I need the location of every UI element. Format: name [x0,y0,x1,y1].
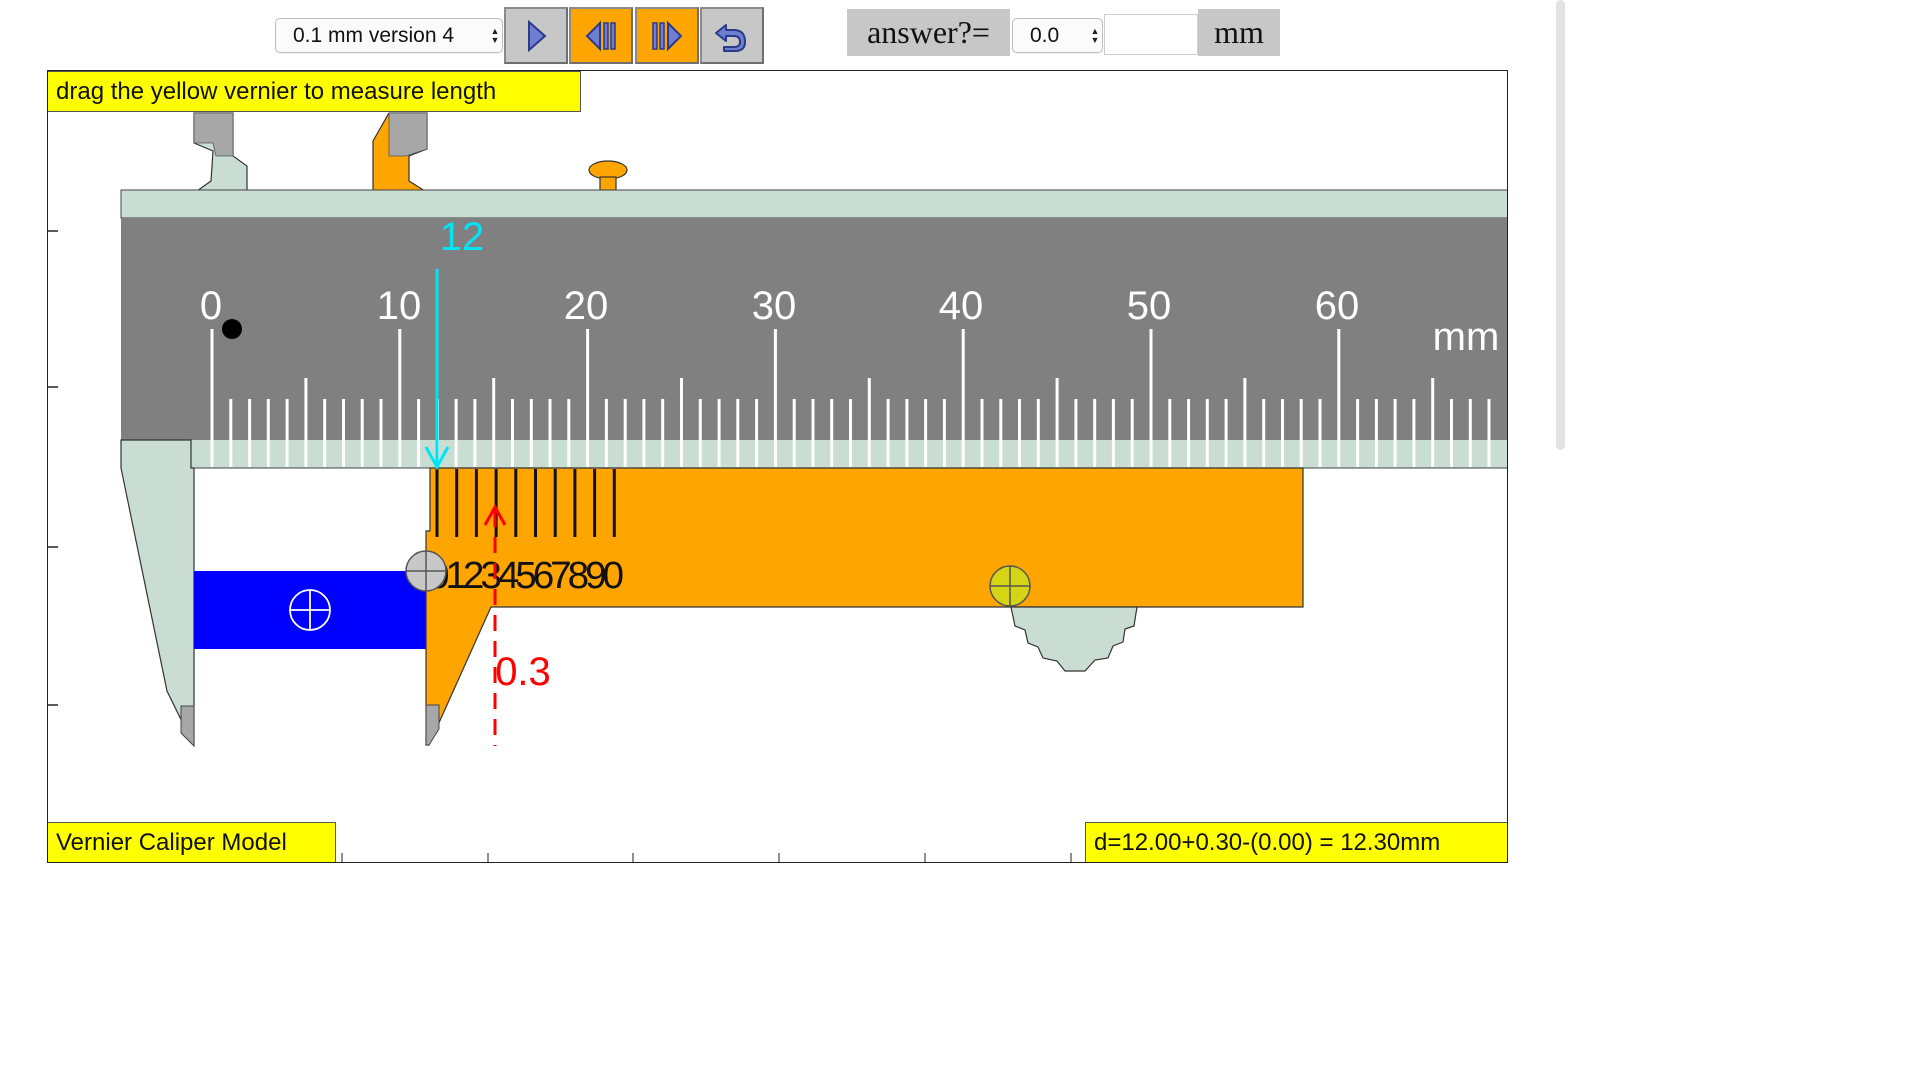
model-title-label: Vernier Caliper Model [48,822,336,862]
answer-select-value: 0.0 [1030,23,1060,47]
answer-input[interactable] [1104,14,1198,55]
vernier-caliper: 0 10 20 30 40 50 60 mm 01234567890 12 0.… [48,112,1507,862]
thumb-knob-stem [599,176,617,191]
vernier-slider[interactable] [425,467,1304,746]
select-arrows-icon: ▲ ▼ [490,25,500,45]
main-scale-label: 20 [564,284,609,328]
main-scale-label: 10 [377,284,422,328]
step-forward-icon [652,20,683,51]
step-back-button[interactable] [569,7,633,64]
lower-fixed-jaw-tip [180,705,195,748]
play-icon [528,19,547,52]
lock-screw-icon[interactable] [405,550,447,592]
answer-label: answer?= [847,9,1010,56]
page-scrollbar[interactable] [1556,0,1565,450]
step-forward-button[interactable] [635,7,699,64]
vernier-reading-label: 0.3 [495,650,551,694]
reset-button[interactable] [700,7,764,64]
main-scale-label: 40 [939,284,984,328]
upper-sliding-jaw-tip [388,112,428,157]
caliper-stage: 0 10 20 30 40 50 60 mm 01234567890 12 0.… [47,70,1508,863]
thumb-knob[interactable] [588,160,628,180]
play-button[interactable] [504,7,568,64]
main-scale-label: 0 [200,284,222,328]
reference-dot [222,319,242,339]
main-scale-label: 50 [1127,284,1172,328]
select-arrows-icon: ▲ ▼ [1090,25,1100,45]
vernier-digits: 01234567890 [428,555,623,597]
unit-label: mm [1198,9,1280,56]
undo-icon [715,23,746,52]
object-drag-handle-icon [289,589,331,631]
slider-screw-icon[interactable] [989,565,1031,607]
step-back-icon [585,20,616,51]
version-select[interactable]: 0.1 mm version 4 ▲ ▼ [275,18,503,53]
result-formula-label: d=12.00+0.30-(0.00) = 12.30mm [1085,822,1507,862]
main-scale-unit: mm [1433,315,1500,359]
answer-select[interactable]: 0.0 ▲ ▼ [1012,18,1103,53]
main-scale-label: 30 [752,284,797,328]
beam-top-strip [120,189,1507,219]
version-select-value: 0.1 mm version 4 [293,23,455,47]
lower-sliding-jaw-tip [425,704,440,746]
lower-fixed-jaw [120,439,195,747]
frame-ticks [48,230,58,706]
instruction-label: drag the yellow vernier to measure lengt… [48,71,581,112]
fine-adjust-wheel[interactable] [1010,606,1138,672]
main-reading-label: 12 [440,215,485,259]
main-scale-label: 60 [1315,284,1360,328]
